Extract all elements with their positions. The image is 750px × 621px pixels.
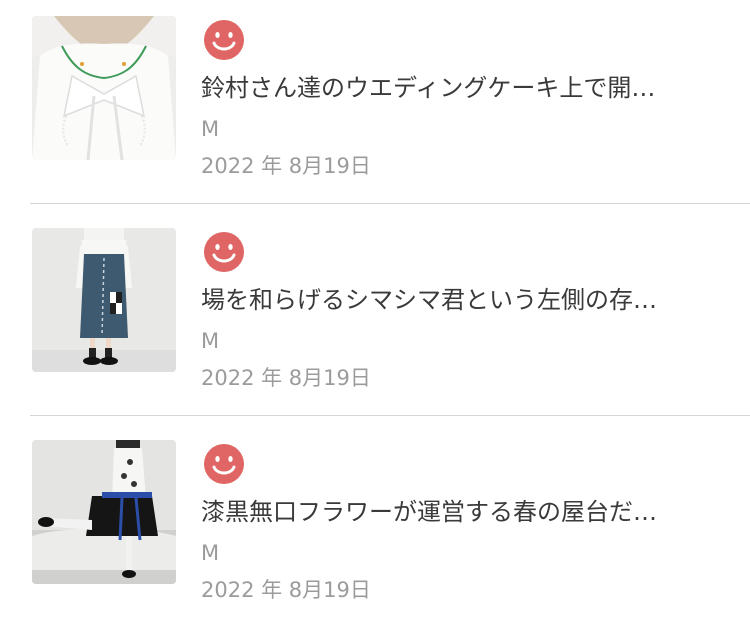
item-author: M	[201, 117, 220, 141]
item-date: 2022 年 8月19日	[201, 578, 371, 602]
white-blouse-photo	[32, 16, 176, 160]
item-title[interactable]: 漆黒無口フラワーが運営する春の屋台だ…	[201, 496, 711, 528]
smiley-face-icon	[204, 232, 244, 272]
seated-outfit-photo	[32, 440, 176, 584]
item-date: 2022 年 8月19日	[201, 366, 371, 390]
smiley-face-icon	[204, 20, 244, 60]
item-title[interactable]: 鈴村さん達のウエディングケーキ上で開…	[201, 72, 711, 104]
item-author: M	[201, 329, 220, 353]
divider	[30, 415, 750, 416]
list-item[interactable]: 鈴村さん達のウエディングケーキ上で開… M 2022 年 8月19日	[0, 0, 750, 212]
smiley-face-icon	[204, 444, 244, 484]
article-list: 鈴村さん達のウエディングケーキ上で開… M 2022 年 8月19日 場を和らげ…	[0, 0, 750, 621]
thumbnail-image[interactable]	[32, 16, 176, 160]
item-title[interactable]: 場を和らげるシマシマ君という左側の存…	[201, 284, 711, 316]
list-item[interactable]: 漆黒無口フラワーが運営する春の屋台だ… M 2022 年 8月19日	[0, 424, 750, 621]
item-author: M	[201, 541, 220, 565]
item-date: 2022 年 8月19日	[201, 154, 371, 178]
divider	[30, 203, 750, 204]
thumbnail-image[interactable]	[32, 228, 176, 372]
thumbnail-image[interactable]	[32, 440, 176, 584]
list-item[interactable]: 場を和らげるシマシマ君という左側の存… M 2022 年 8月19日	[0, 212, 750, 424]
denim-skirt-photo	[32, 228, 176, 372]
